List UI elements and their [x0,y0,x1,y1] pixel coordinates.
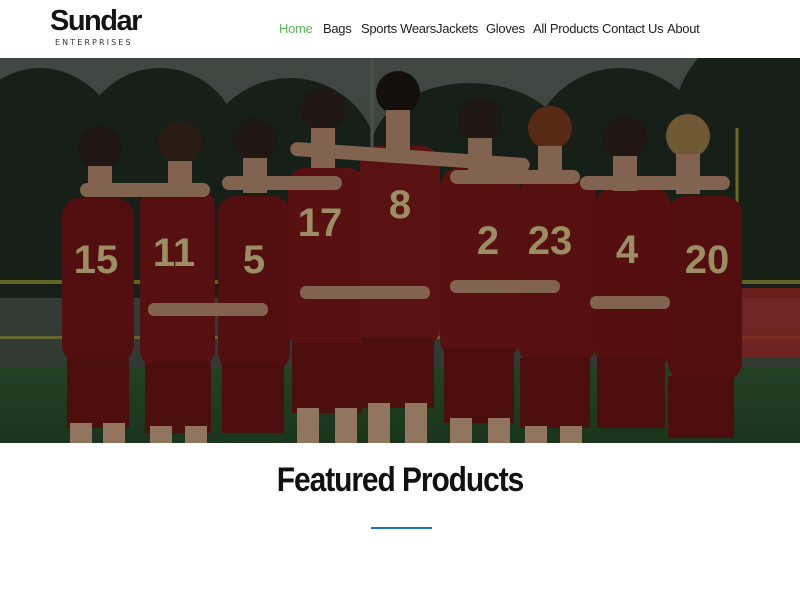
nav-item-bags[interactable]: Bags [323,20,352,38]
nav-item-contact-us[interactable]: Contact Us [602,20,664,38]
nav-item-jackets[interactable]: Jackets [436,20,478,38]
section-divider [371,527,432,529]
nav-item-all-products[interactable]: All Products [533,20,599,38]
hero-banner: 15 11 5 17 8 2 23 4 20 [0,58,800,443]
featured-products-title: Featured Products [276,461,524,499]
hero-team-photo: 15 11 5 17 8 2 23 4 20 [0,58,800,443]
brand-logo[interactable]: Sundar ENTERPRISES [50,5,142,49]
site-header: Sundar ENTERPRISES Home Bags Sports Wear… [0,0,800,58]
brand-tagline: ENTERPRISES [55,38,133,47]
nav-item-gloves[interactable]: Gloves [486,20,525,38]
nav-item-home[interactable]: Home [279,20,313,38]
brand-name: Sundar [50,5,142,37]
nav-item-about[interactable]: About [667,20,700,38]
nav-item-sports-wears[interactable]: Sports Wears [361,20,436,38]
